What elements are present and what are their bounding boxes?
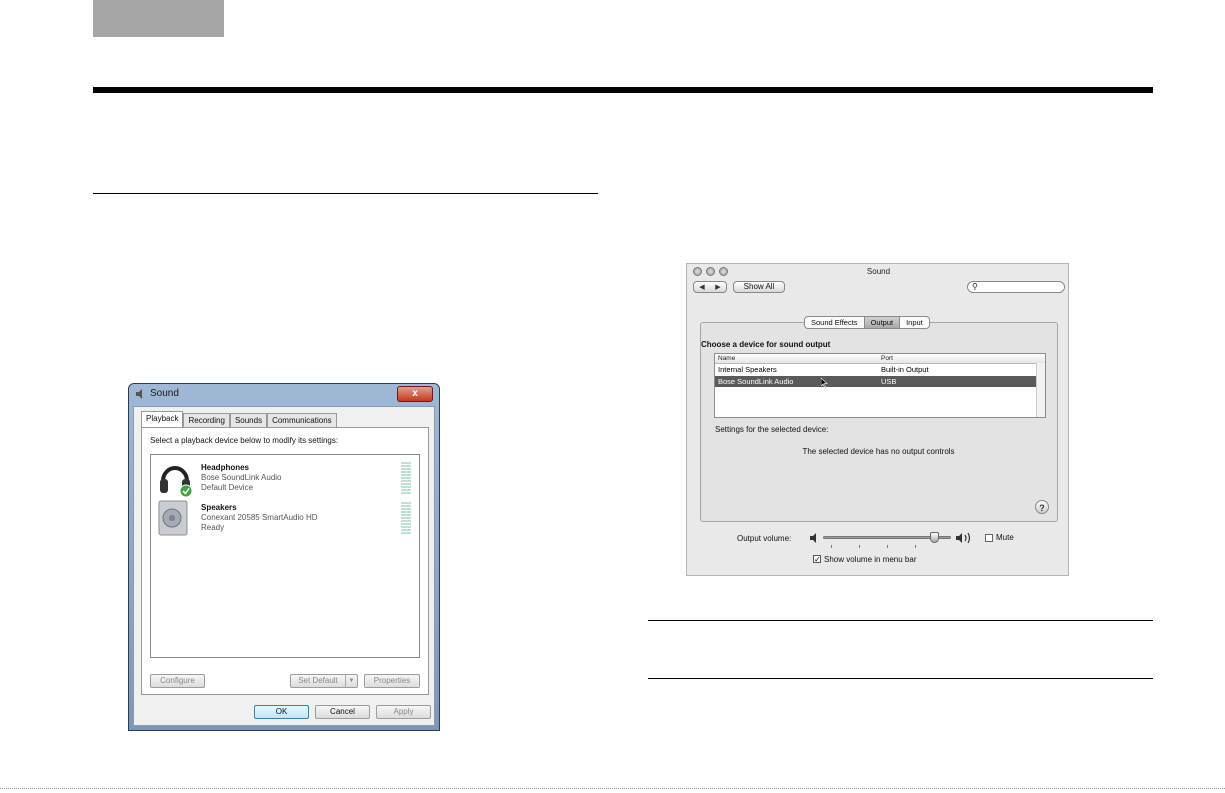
ok-button[interactable]: OK <box>254 705 309 719</box>
device-name: Speakers <box>201 503 237 512</box>
column-header-name[interactable]: Name <box>718 354 735 363</box>
device-list[interactable]: Headphones Bose SoundLink Audio Default … <box>150 454 420 658</box>
choose-device-heading: Choose a device for sound output <box>701 340 831 349</box>
headphones-icon <box>160 466 193 498</box>
level-meter <box>401 502 411 534</box>
forward-arrow-icon[interactable]: ▶ <box>715 283 720 291</box>
volume-low-icon <box>810 533 816 543</box>
list-item-speakers[interactable]: Speakers Conexant 20585 SmartAudio HD Re… <box>155 499 417 541</box>
cancel-button[interactable]: Cancel <box>315 705 370 719</box>
list-item-headphones[interactable]: Headphones Bose SoundLink Audio Default … <box>155 459 417 501</box>
tab-input[interactable]: Input <box>900 317 929 328</box>
output-volume-slider[interactable] <box>823 532 951 548</box>
device-status: Ready <box>201 523 225 532</box>
slider-ticks <box>831 545 943 548</box>
tab-playback[interactable]: Playback <box>141 411 184 427</box>
show-volume-label: Show volume in menu bar <box>824 555 917 564</box>
mac-sound-preferences: Sound ◀ ▶ Show All ⚲ Sound Effects Outpu… <box>686 263 1069 576</box>
table-row[interactable]: Internal Speakers Built-in Output <box>715 364 1037 375</box>
show-volume-checkbox[interactable]: ✓ <box>813 555 821 564</box>
playback-instruction: Select a playback device below to modify… <box>150 436 339 445</box>
windows-sound-dialog: Sound x Playback Recording Sounds Commun… <box>128 383 440 731</box>
window-body: Playback Recording Sounds Communications… <box>133 406 435 726</box>
properties-button[interactable]: Properties <box>364 674 420 688</box>
checkmark-icon: ✓ <box>814 555 821 564</box>
mute-checkbox[interactable] <box>985 534 993 542</box>
speaker-icon <box>136 388 142 399</box>
back-arrow-icon[interactable]: ◀ <box>699 283 704 291</box>
window-title-bar: Sound <box>135 388 179 399</box>
output-panel <box>700 322 1058 522</box>
search-field[interactable]: ⚲ <box>967 281 1065 293</box>
configure-button[interactable]: Configure <box>150 674 205 688</box>
window-title: Sound <box>866 267 891 276</box>
tab-output[interactable]: Output <box>864 317 901 328</box>
device-name: Headphones <box>201 463 250 472</box>
apply-button[interactable]: Apply <box>376 705 431 719</box>
page-bottom-border <box>0 788 1225 789</box>
output-volume-label: Output volume: <box>737 534 792 543</box>
mute-label: Mute <box>996 533 1014 542</box>
set-default-label: Set Default <box>298 676 338 685</box>
speaker-icon <box>158 500 188 536</box>
table-scrollbar[interactable] <box>1036 363 1045 417</box>
close-button[interactable]: x <box>397 386 433 402</box>
row-name: Internal Speakers <box>718 365 777 374</box>
show-all-button[interactable]: Show All <box>733 281 785 293</box>
output-device-table[interactable]: Name Port Internal Speakers Built-in Out… <box>714 353 1046 418</box>
playback-panel: Select a playback device below to modify… <box>141 427 429 695</box>
column-header-port[interactable]: Port <box>881 354 893 363</box>
section-rule <box>93 193 598 194</box>
segmented-tab-control: Sound Effects Output Input <box>804 316 930 329</box>
set-default-button[interactable]: Set Default ▼ <box>290 674 358 688</box>
row-port: Built-in Output <box>881 365 929 374</box>
no-controls-message: The selected device has no output contro… <box>802 447 955 456</box>
settings-label: Settings for the selected device: <box>715 425 829 434</box>
volume-high-icon <box>956 532 971 544</box>
table-row-selected[interactable]: Bose SoundLink Audio USB <box>715 376 1037 388</box>
window-title: Sound <box>150 388 179 399</box>
slider-thumb[interactable] <box>930 532 939 543</box>
tab-sound-effects[interactable]: Sound Effects <box>805 317 865 328</box>
back-forward-buttons[interactable]: ◀ ▶ <box>693 281 727 293</box>
header-rule <box>93 87 1153 93</box>
note-top-rule <box>648 620 1153 621</box>
device-detail: Conexant 20585 SmartAudio HD <box>201 513 318 522</box>
header-gray-tab <box>93 0 224 37</box>
table-header <box>715 354 1045 364</box>
cursor-icon <box>821 378 828 388</box>
chevron-down-icon[interactable]: ▼ <box>345 675 357 687</box>
note-bottom-rule <box>648 678 1153 679</box>
level-meter <box>401 462 411 494</box>
row-port: USB <box>881 377 897 386</box>
row-name: Bose SoundLink Audio <box>718 377 794 386</box>
help-button[interactable]: ? <box>1035 500 1049 514</box>
search-icon: ⚲ <box>972 282 978 291</box>
device-status: Default Device <box>201 483 254 492</box>
device-detail: Bose SoundLink Audio <box>201 473 282 482</box>
